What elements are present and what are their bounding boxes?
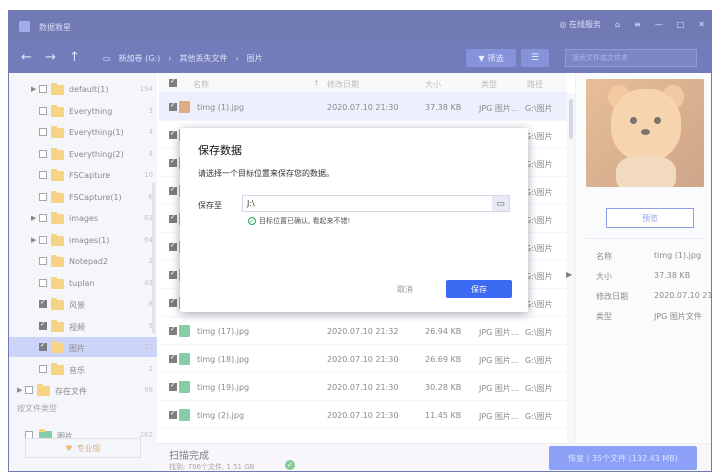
save-data-dialog: 保存数据 请选择一个目标位置来保存您的数据。 保存至 J:\ ▭ ✓ 目标位置已确… [180, 128, 528, 312]
check-circle-icon: ✓ [248, 217, 256, 225]
path-ok-message: ✓ 目标位置已确认, 看起来不错! [248, 217, 351, 225]
dialog-title: 保存数据 [198, 144, 242, 157]
save-button[interactable]: 保存 [446, 280, 512, 298]
save-path-input[interactable]: J:\ [242, 195, 510, 212]
cancel-button[interactable]: 取消 [380, 280, 430, 298]
browse-folder-icon[interactable]: ▭ [492, 196, 509, 211]
save-to-label: 保存至 [198, 201, 222, 210]
dialog-message: 请选择一个目标位置来保存您的数据。 [198, 169, 334, 178]
